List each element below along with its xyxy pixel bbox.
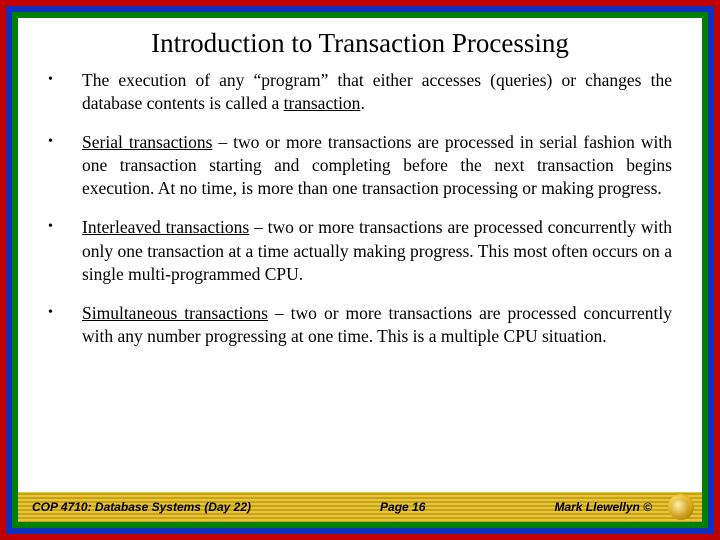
bullet-text: The execution of any “program” that eith… [82,69,672,115]
bullet-item: • Simultaneous transactions – two or more… [48,302,672,348]
slide-border-inner: Introduction to Transaction Processing •… [12,12,708,528]
university-logo-icon [668,494,694,520]
bullet-marker-icon: • [48,69,58,91]
bullet-marker-icon: • [48,302,58,324]
bullet-item: • The execution of any “program” that eit… [48,69,672,115]
bullet-item: • Serial transactions – two or more trans… [48,131,672,200]
slide-border-mid: Introduction to Transaction Processing •… [6,6,714,534]
footer-course: COP 4710: Database Systems (Day 22) [32,500,251,514]
footer-author: Mark Llewellyn © [554,500,652,514]
slide-border-outer: Introduction to Transaction Processing •… [0,0,720,540]
slide-footer: COP 4710: Database Systems (Day 22) Page… [18,492,702,522]
bullet-text: Serial transactions – two or more transa… [82,131,672,200]
bullet-text: Simultaneous transactions – two or more … [82,302,672,348]
bullet-marker-icon: • [48,131,58,153]
slide-body: Introduction to Transaction Processing •… [18,18,702,522]
bullet-text: Interleaved transactions – two or more t… [82,216,672,285]
bullet-item: • Interleaved transactions – two or more … [48,216,672,285]
footer-page: Page 16 [261,500,544,514]
bullet-marker-icon: • [48,216,58,238]
slide-content: • The execution of any “program” that eit… [18,65,702,492]
slide-title: Introduction to Transaction Processing [18,18,702,65]
